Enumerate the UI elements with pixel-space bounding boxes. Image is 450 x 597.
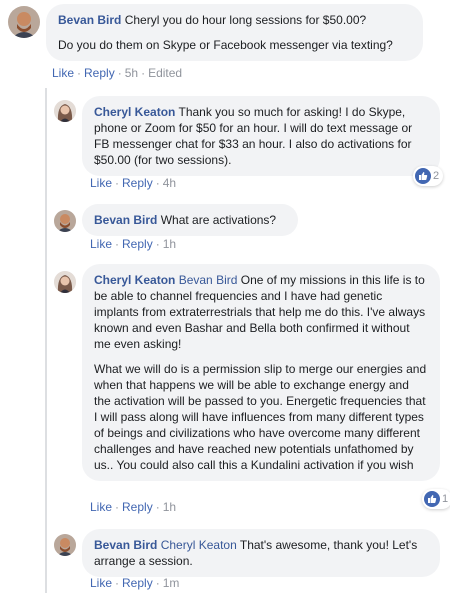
avatar[interactable] <box>8 6 40 38</box>
man-avatar-icon <box>54 210 76 232</box>
timestamp[interactable]: 4h <box>163 176 176 190</box>
comment-text: What we will do is a permission slip to … <box>94 362 427 472</box>
avatar[interactable] <box>54 271 76 293</box>
mention-link[interactable]: Bevan Bird <box>179 273 238 287</box>
comment-actions: Like · Reply · 5h · Edited <box>52 66 183 80</box>
reply-thread-line <box>45 88 47 593</box>
thumbs-up-icon <box>415 168 431 184</box>
author-name[interactable]: Bevan Bird <box>58 13 121 27</box>
edited-label[interactable]: Edited <box>148 66 182 80</box>
reaction-count: 1 <box>442 493 449 505</box>
woman-avatar-icon <box>54 100 76 122</box>
mention-link[interactable]: Cheryl Keaton <box>161 538 237 552</box>
reply-button[interactable]: Reply <box>84 66 115 80</box>
comment-bubble: Bevan Bird Cheryl you do hour long sessi… <box>46 4 423 61</box>
like-button[interactable]: Like <box>90 237 112 251</box>
like-button[interactable]: Like <box>90 500 112 514</box>
reply-button[interactable]: Reply <box>122 176 153 190</box>
reaction-badge[interactable]: 1 <box>422 489 450 509</box>
man-avatar-icon <box>8 6 40 38</box>
comment-actions: Like · Reply · 1h <box>90 500 177 514</box>
comment-bubble: Bevan Bird What are activations? <box>82 204 298 236</box>
like-button[interactable]: Like <box>52 66 74 80</box>
author-name[interactable]: Bevan Bird <box>94 213 157 227</box>
reaction-count: 2 <box>433 170 440 182</box>
comment-text: What are activations? <box>160 213 277 227</box>
comment-actions: Like · Reply · 1m <box>90 576 180 590</box>
timestamp[interactable]: 1h <box>163 500 176 514</box>
like-button[interactable]: Like <box>90 176 112 190</box>
reply-button[interactable]: Reply <box>122 576 153 590</box>
thumbs-up-icon <box>424 491 440 507</box>
reply-button[interactable]: Reply <box>122 500 153 514</box>
timestamp[interactable]: 1h <box>163 237 176 251</box>
reply-button[interactable]: Reply <box>122 237 153 251</box>
author-name[interactable]: Cheryl Keaton <box>94 273 175 287</box>
comment-bubble: Bevan Bird Cheryl Keaton That's awesome,… <box>82 529 440 577</box>
timestamp[interactable]: 1m <box>163 576 180 590</box>
avatar[interactable] <box>54 534 76 556</box>
avatar[interactable] <box>54 210 76 232</box>
author-name[interactable]: Bevan Bird <box>94 538 157 552</box>
author-name[interactable]: Cheryl Keaton <box>94 105 175 119</box>
comment-actions: Like · Reply · 1h <box>90 237 177 251</box>
reaction-badge[interactable]: 2 <box>413 166 444 186</box>
like-button[interactable]: Like <box>90 576 112 590</box>
man-avatar-icon <box>54 534 76 556</box>
comment-bubble: Cheryl Keaton Bevan Bird One of my missi… <box>82 264 440 481</box>
comment-actions: Like · Reply · 4h <box>90 176 177 190</box>
comment-bubble: Cheryl Keaton Thank you so much for aski… <box>82 96 440 176</box>
woman-avatar-icon <box>54 271 76 293</box>
avatar[interactable] <box>54 100 76 122</box>
comment-text: Do you do them on Skype or Facebook mess… <box>58 38 393 52</box>
timestamp[interactable]: 5h <box>125 66 138 80</box>
comment-text: Cheryl you do hour long sessions for $50… <box>124 13 367 27</box>
